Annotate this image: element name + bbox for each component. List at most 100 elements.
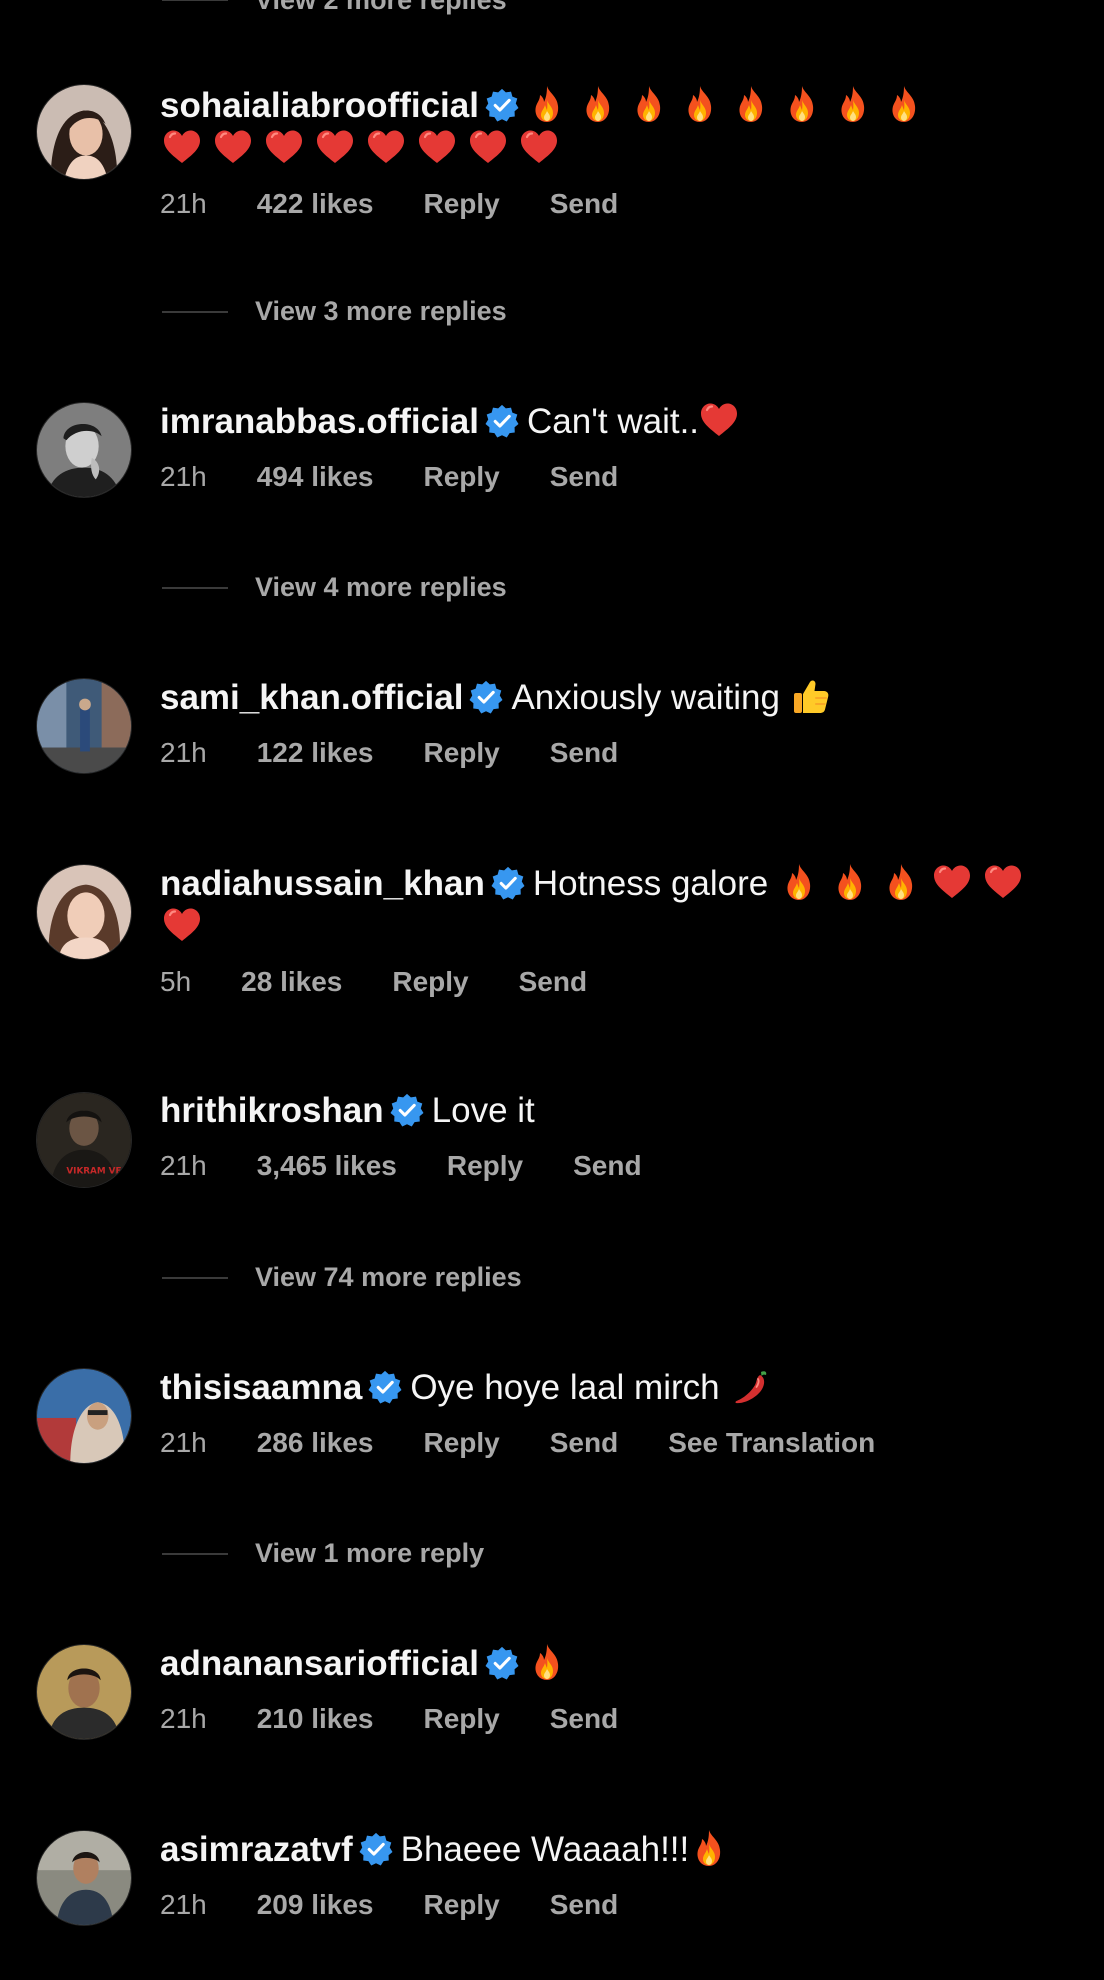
send-button[interactable]: Send	[550, 461, 618, 492]
verified-badge-icon	[485, 88, 519, 122]
avatar-poster-text: VIKRAM VEDHA	[66, 1166, 131, 1176]
view-replies-label[interactable]: View 3 more replies	[255, 294, 507, 328]
avatar[interactable]	[36, 1644, 132, 1740]
heart-emoji-icon	[162, 905, 202, 945]
heart-emoji-icon	[932, 862, 972, 902]
view-replies-row[interactable]: View 1 more reply	[0, 1536, 1104, 1570]
comment-text-line: thisisaamna Oye hoye laal mirch	[160, 1366, 1084, 1409]
replies-divider-line	[162, 1553, 228, 1555]
send-button[interactable]: Send	[550, 1703, 618, 1734]
comment-body: adnanansariofficial 21h 210 likes Reply Sen…	[160, 1642, 1084, 1736]
see-translation-button[interactable]: See Translation	[668, 1427, 875, 1458]
chili-pepper-emoji-icon	[731, 1366, 771, 1406]
avatar[interactable]	[36, 84, 132, 180]
fire-emoji-icon	[689, 1828, 729, 1868]
heart-emoji-icon	[315, 127, 355, 167]
likes-count[interactable]: 210 likes	[257, 1703, 374, 1734]
view-replies-label[interactable]: View 2 more replies	[255, 0, 507, 16]
reply-button[interactable]: Reply	[424, 1703, 500, 1734]
reply-button[interactable]: Reply	[424, 1427, 500, 1458]
send-button[interactable]: Send	[519, 966, 587, 997]
likes-count[interactable]: 3,465 likes	[257, 1150, 397, 1181]
comment-body: sohaialiabroofficial 21h 422 likes Reply Se…	[160, 84, 1084, 221]
comment-meta: 21h 494 likes Reply Send	[160, 460, 1084, 494]
likes-count[interactable]: 494 likes	[257, 461, 374, 492]
avatar[interactable]	[36, 864, 132, 960]
username[interactable]: asimrazatvf	[160, 1830, 353, 1869]
fire-emoji-icon	[833, 84, 873, 124]
username[interactable]: imranabbas.official	[160, 402, 479, 441]
view-replies-label[interactable]: View 1 more reply	[255, 1536, 484, 1570]
reply-button[interactable]: Reply	[424, 1889, 500, 1920]
avatar[interactable]	[36, 678, 132, 774]
comment-text: Can't wait..	[526, 402, 700, 441]
username[interactable]: nadiahussain_khan	[160, 864, 485, 903]
verified-badge-icon	[469, 680, 503, 714]
comment-time: 21h	[160, 461, 207, 492]
likes-count[interactable]: 122 likes	[257, 737, 374, 768]
comment-meta: 21h 286 likes Reply Send See Translation	[160, 1426, 1084, 1460]
comment-body: thisisaamna Oye hoye laal mirch 21h 286 li…	[160, 1366, 1084, 1460]
view-replies-row[interactable]: View 74 more replies	[0, 1260, 1104, 1294]
replies-divider-line	[162, 0, 228, 1]
fire-emoji-icon	[830, 862, 870, 902]
view-replies-label[interactable]: View 4 more replies	[255, 570, 507, 604]
verified-badge-icon	[485, 404, 519, 438]
heart-emoji-icon	[264, 127, 304, 167]
send-button[interactable]: Send	[573, 1150, 641, 1181]
comment-meta: 21h 210 likes Reply Send	[160, 1702, 1084, 1736]
view-replies-row[interactable]: View 3 more replies	[0, 294, 1104, 328]
username[interactable]: adnanansariofficial	[160, 1644, 479, 1683]
send-button[interactable]: Send	[550, 188, 618, 219]
heart-emoji-icon	[983, 862, 1023, 902]
reply-button[interactable]: Reply	[392, 966, 468, 997]
heart-emoji-icon	[162, 127, 202, 167]
comment-text-line: nadiahussain_khan Hotness galore	[160, 862, 1084, 905]
comment-time: 5h	[160, 966, 192, 997]
reply-button[interactable]: Reply	[424, 188, 500, 219]
heart-emoji-icon	[366, 127, 406, 167]
avatar[interactable]	[36, 402, 132, 498]
likes-count[interactable]: 422 likes	[257, 188, 374, 219]
send-button[interactable]: Send	[550, 1889, 618, 1920]
comment-text-line: sami_khan.official Anxiously waiting	[160, 676, 1084, 719]
comment-time: 21h	[160, 1889, 207, 1920]
view-replies-row[interactable]: View 4 more replies	[0, 570, 1104, 604]
partial-view-replies[interactable]: View 2 more replies	[0, 0, 1104, 16]
avatar[interactable]	[36, 1830, 132, 1926]
comment-time: 21h	[160, 737, 207, 768]
username[interactable]: sohaialiabroofficial	[160, 86, 479, 125]
verified-badge-icon	[485, 1646, 519, 1680]
username[interactable]: thisisaamna	[160, 1368, 362, 1407]
view-replies-label[interactable]: View 74 more replies	[255, 1260, 522, 1294]
send-button[interactable]: Send	[550, 737, 618, 768]
reply-button[interactable]: Reply	[424, 737, 500, 768]
comment-time: 21h	[160, 188, 207, 219]
avatar[interactable]: VIKRAM VEDHA	[36, 1092, 132, 1188]
reply-button[interactable]: Reply	[447, 1150, 523, 1181]
username[interactable]: hrithikroshan	[160, 1091, 384, 1130]
comment-text: Oye hoye laal mirch	[410, 1368, 720, 1407]
likes-count[interactable]: 286 likes	[257, 1427, 374, 1458]
heart-emoji-icon	[417, 127, 457, 167]
likes-count[interactable]: 209 likes	[257, 1889, 374, 1920]
fire-emoji-icon	[680, 84, 720, 124]
comment-body: asimrazatvf Bhaeee Waaaah!!! 21h 209 likes…	[160, 1828, 1084, 1922]
comment-body: hrithikroshan Love it 21h 3,465 likes Reply…	[160, 1090, 1084, 1183]
comment-text-line: sohaialiabroofficial	[160, 84, 1084, 127]
reply-button[interactable]: Reply	[424, 461, 500, 492]
likes-count[interactable]: 28 likes	[241, 966, 342, 997]
fire-emoji-icon	[782, 84, 822, 124]
comment-meta: 5h 28 likes Reply Send	[160, 965, 1084, 999]
verified-badge-icon	[491, 866, 525, 900]
fire-emoji-icon	[629, 84, 669, 124]
comment-meta: 21h 3,465 likes Reply Send	[160, 1149, 1084, 1183]
verified-badge-icon	[390, 1093, 424, 1127]
avatar[interactable]	[36, 1368, 132, 1464]
comment-meta: 21h 209 likes Reply Send	[160, 1888, 1084, 1922]
username[interactable]: sami_khan.official	[160, 678, 463, 717]
send-button[interactable]: Send	[550, 1427, 618, 1458]
verified-badge-icon	[359, 1832, 393, 1866]
comment-time: 21h	[160, 1427, 207, 1458]
comment-text-line: imranabbas.official Can't wait..	[160, 400, 1084, 443]
